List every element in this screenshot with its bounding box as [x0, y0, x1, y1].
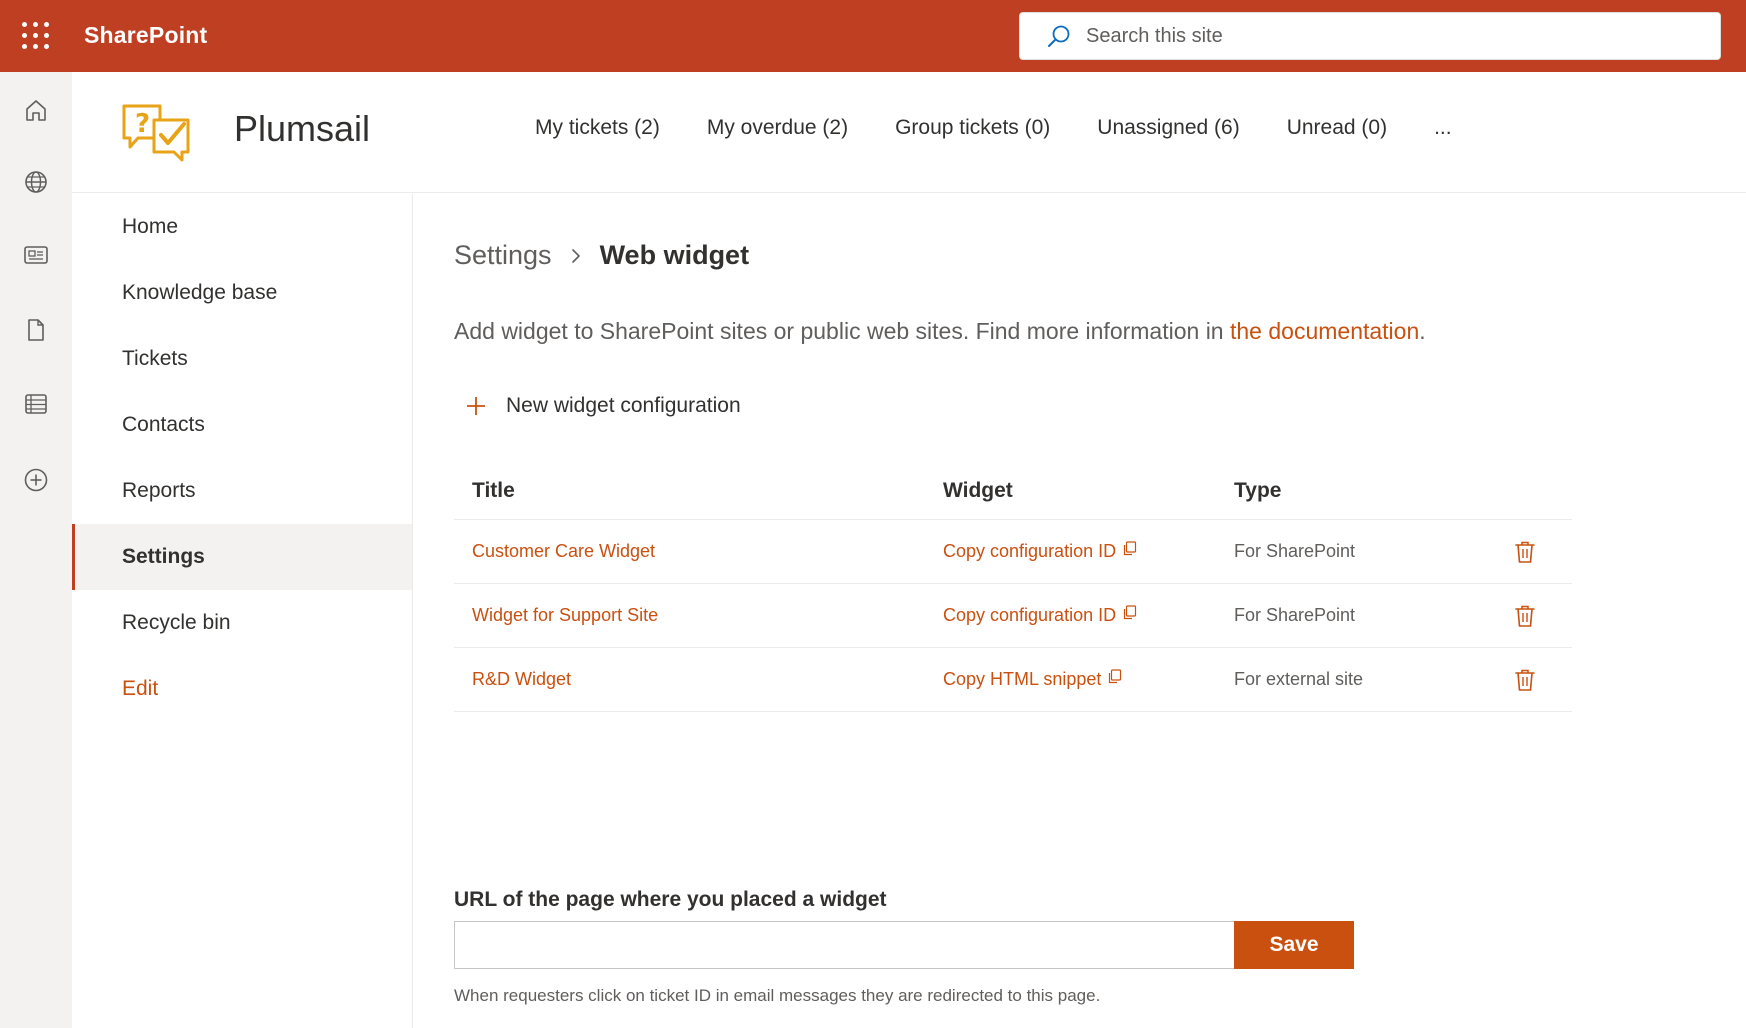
nav-item-reports[interactable]: Reports: [72, 458, 412, 524]
left-nav: Home Knowledge base Tickets Contacts Rep…: [72, 194, 413, 1028]
brand-name[interactable]: SharePoint: [84, 22, 207, 49]
copy-icon: [1122, 541, 1137, 556]
nav-item-contacts[interactable]: Contacts: [72, 392, 412, 458]
suite-bar: SharePoint: [0, 0, 1746, 72]
page-title: Web widget: [599, 240, 750, 270]
new-widget-configuration-label: New widget configuration: [506, 394, 741, 417]
column-header-title[interactable]: Title: [454, 479, 943, 503]
top-nav-more-button[interactable]: ...: [1434, 116, 1452, 140]
copy-widget-label: Copy configuration ID: [943, 605, 1117, 625]
widget-page-url-input[interactable]: [454, 921, 1234, 969]
new-widget-configuration-button[interactable]: New widget configuration: [464, 394, 741, 418]
svg-text:?: ?: [135, 109, 150, 139]
widget-type: For SharePoint: [1234, 541, 1356, 561]
copy-widget-link[interactable]: Copy configuration ID: [943, 541, 1234, 562]
chevron-right-icon: [570, 247, 582, 265]
delete-icon[interactable]: [1514, 540, 1536, 564]
add-icon[interactable]: [18, 462, 54, 498]
copy-widget-link[interactable]: Copy HTML snippet: [943, 669, 1234, 690]
search-input[interactable]: [1086, 24, 1686, 48]
widget-title-link[interactable]: Widget for Support Site: [472, 605, 658, 625]
documentation-link[interactable]: the documentation: [1230, 318, 1419, 344]
widget-title-link[interactable]: R&D Widget: [472, 669, 571, 689]
description-suffix: .: [1419, 318, 1426, 344]
column-header-type[interactable]: Type: [1234, 479, 1514, 503]
site-header: ? Plumsail My tickets (2) My overdue (2)…: [72, 72, 1746, 193]
copy-icon: [1122, 605, 1137, 620]
top-nav-unassigned[interactable]: Unassigned (6): [1097, 116, 1239, 140]
nav-item-tickets[interactable]: Tickets: [72, 326, 412, 392]
url-field-hint: When requesters click on ticket ID in em…: [454, 986, 1101, 1005]
news-icon[interactable]: [18, 237, 54, 273]
list-icon[interactable]: [18, 386, 54, 422]
table-row: R&D Widget Copy HTML snippet For externa…: [454, 648, 1572, 712]
table-row: Widget for Support Site Copy configurati…: [454, 584, 1572, 648]
table-header: Title Widget Type: [454, 462, 1572, 520]
home-icon[interactable]: [18, 92, 54, 128]
document-icon[interactable]: [18, 312, 54, 348]
top-nav-group-tickets[interactable]: Group tickets (0): [895, 116, 1050, 140]
breadcrumb: Settings Web widget: [454, 240, 749, 271]
url-field-label: URL of the page where you placed a widge…: [454, 888, 887, 911]
delete-icon[interactable]: [1514, 604, 1536, 628]
widget-table: Title Widget Type Customer Care Widget C…: [454, 462, 1572, 712]
breadcrumb-settings[interactable]: Settings: [454, 240, 552, 271]
nav-item-knowledge-base[interactable]: Knowledge base: [72, 260, 412, 326]
search-box[interactable]: [1019, 12, 1721, 60]
copy-widget-label: Copy configuration ID: [943, 541, 1117, 561]
column-header-widget[interactable]: Widget: [943, 479, 1234, 503]
top-nav-my-overdue[interactable]: My overdue (2): [707, 116, 848, 140]
nav-edit-link[interactable]: Edit: [72, 656, 412, 722]
globe-icon[interactable]: [18, 164, 54, 200]
delete-icon[interactable]: [1514, 668, 1536, 692]
plus-icon: [464, 394, 488, 418]
top-nav-unread[interactable]: Unread (0): [1287, 116, 1387, 140]
description-text: Add widget to SharePoint sites or public…: [454, 318, 1230, 344]
table-row: Customer Care Widget Copy configuration …: [454, 520, 1572, 584]
save-button[interactable]: Save: [1234, 921, 1354, 969]
copy-icon: [1107, 669, 1122, 684]
copy-widget-link[interactable]: Copy configuration ID: [943, 605, 1234, 626]
site-logo[interactable]: ?: [120, 102, 192, 164]
site-title[interactable]: Plumsail: [234, 108, 370, 150]
nav-item-home[interactable]: Home: [72, 194, 412, 260]
page-description: Add widget to SharePoint sites or public…: [454, 318, 1426, 345]
widget-title-link[interactable]: Customer Care Widget: [472, 541, 655, 561]
copy-widget-label: Copy HTML snippet: [943, 669, 1102, 689]
nav-item-settings[interactable]: Settings: [72, 524, 412, 590]
search-icon: [1044, 21, 1074, 51]
top-nav-my-tickets[interactable]: My tickets (2): [535, 116, 660, 140]
app-launcher-icon[interactable]: [22, 22, 50, 50]
widget-type: For external site: [1234, 669, 1364, 689]
nav-item-recycle-bin[interactable]: Recycle bin: [72, 590, 412, 656]
widget-type: For SharePoint: [1234, 605, 1356, 625]
top-nav: My tickets (2) My overdue (2) Group tick…: [535, 116, 1499, 140]
app-bar: [0, 72, 72, 1028]
